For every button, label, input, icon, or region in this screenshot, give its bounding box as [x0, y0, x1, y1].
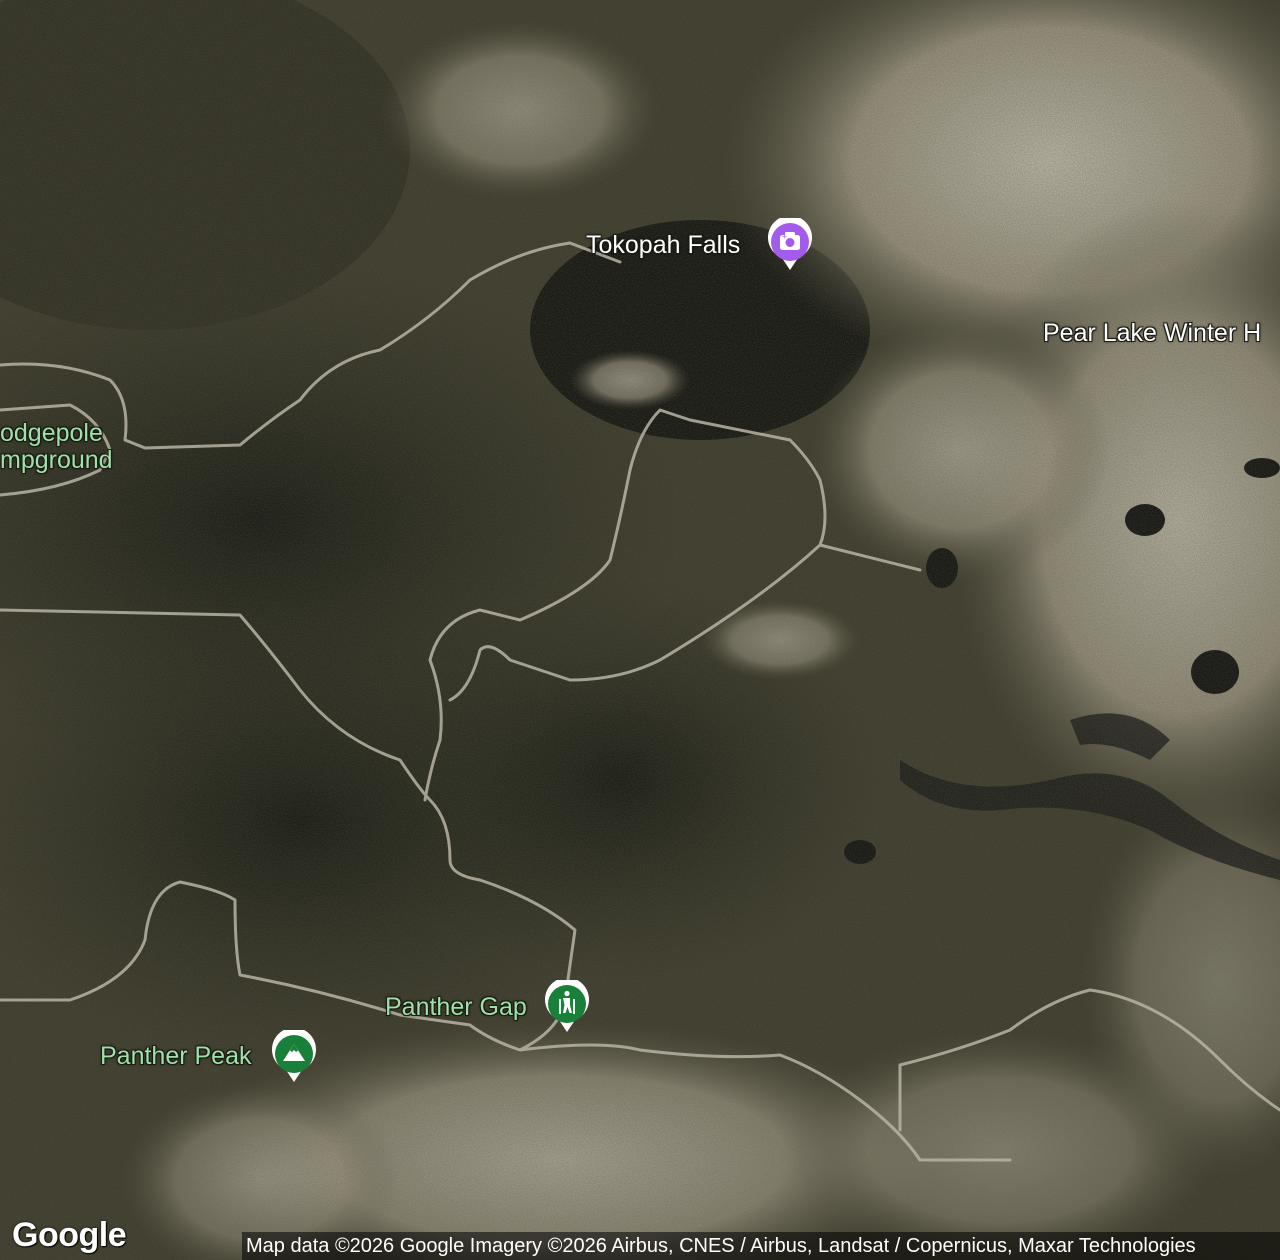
panther-gap-label[interactable]: Panther Gap	[385, 994, 527, 1020]
satellite-imagery	[0, 0, 1280, 1260]
map-attribution[interactable]: Map data ©2026 Google Imagery ©2026 Airb…	[242, 1232, 1280, 1260]
lodgepole-label-line2[interactable]: mpground	[0, 447, 113, 473]
camera-icon: +	[768, 218, 812, 270]
panther-peak-marker[interactable]	[270, 1030, 318, 1084]
tokopah-falls-marker[interactable]: +	[766, 218, 814, 272]
mountain-icon	[272, 1030, 316, 1082]
panther-peak-label[interactable]: Panther Peak	[100, 1043, 252, 1069]
hiker-icon	[545, 980, 589, 1032]
pear-lake-label[interactable]: Pear Lake Winter H	[1043, 320, 1261, 346]
google-logo: Google	[12, 1216, 127, 1254]
svg-text:+: +	[782, 233, 788, 241]
satellite-map[interactable]: Tokopah Falls + Pear Lake Winter H odgep…	[0, 0, 1280, 1260]
tokopah-falls-label[interactable]: Tokopah Falls	[586, 232, 740, 258]
panther-gap-marker[interactable]	[543, 980, 591, 1034]
lodgepole-label-line1[interactable]: odgepole	[0, 420, 103, 446]
